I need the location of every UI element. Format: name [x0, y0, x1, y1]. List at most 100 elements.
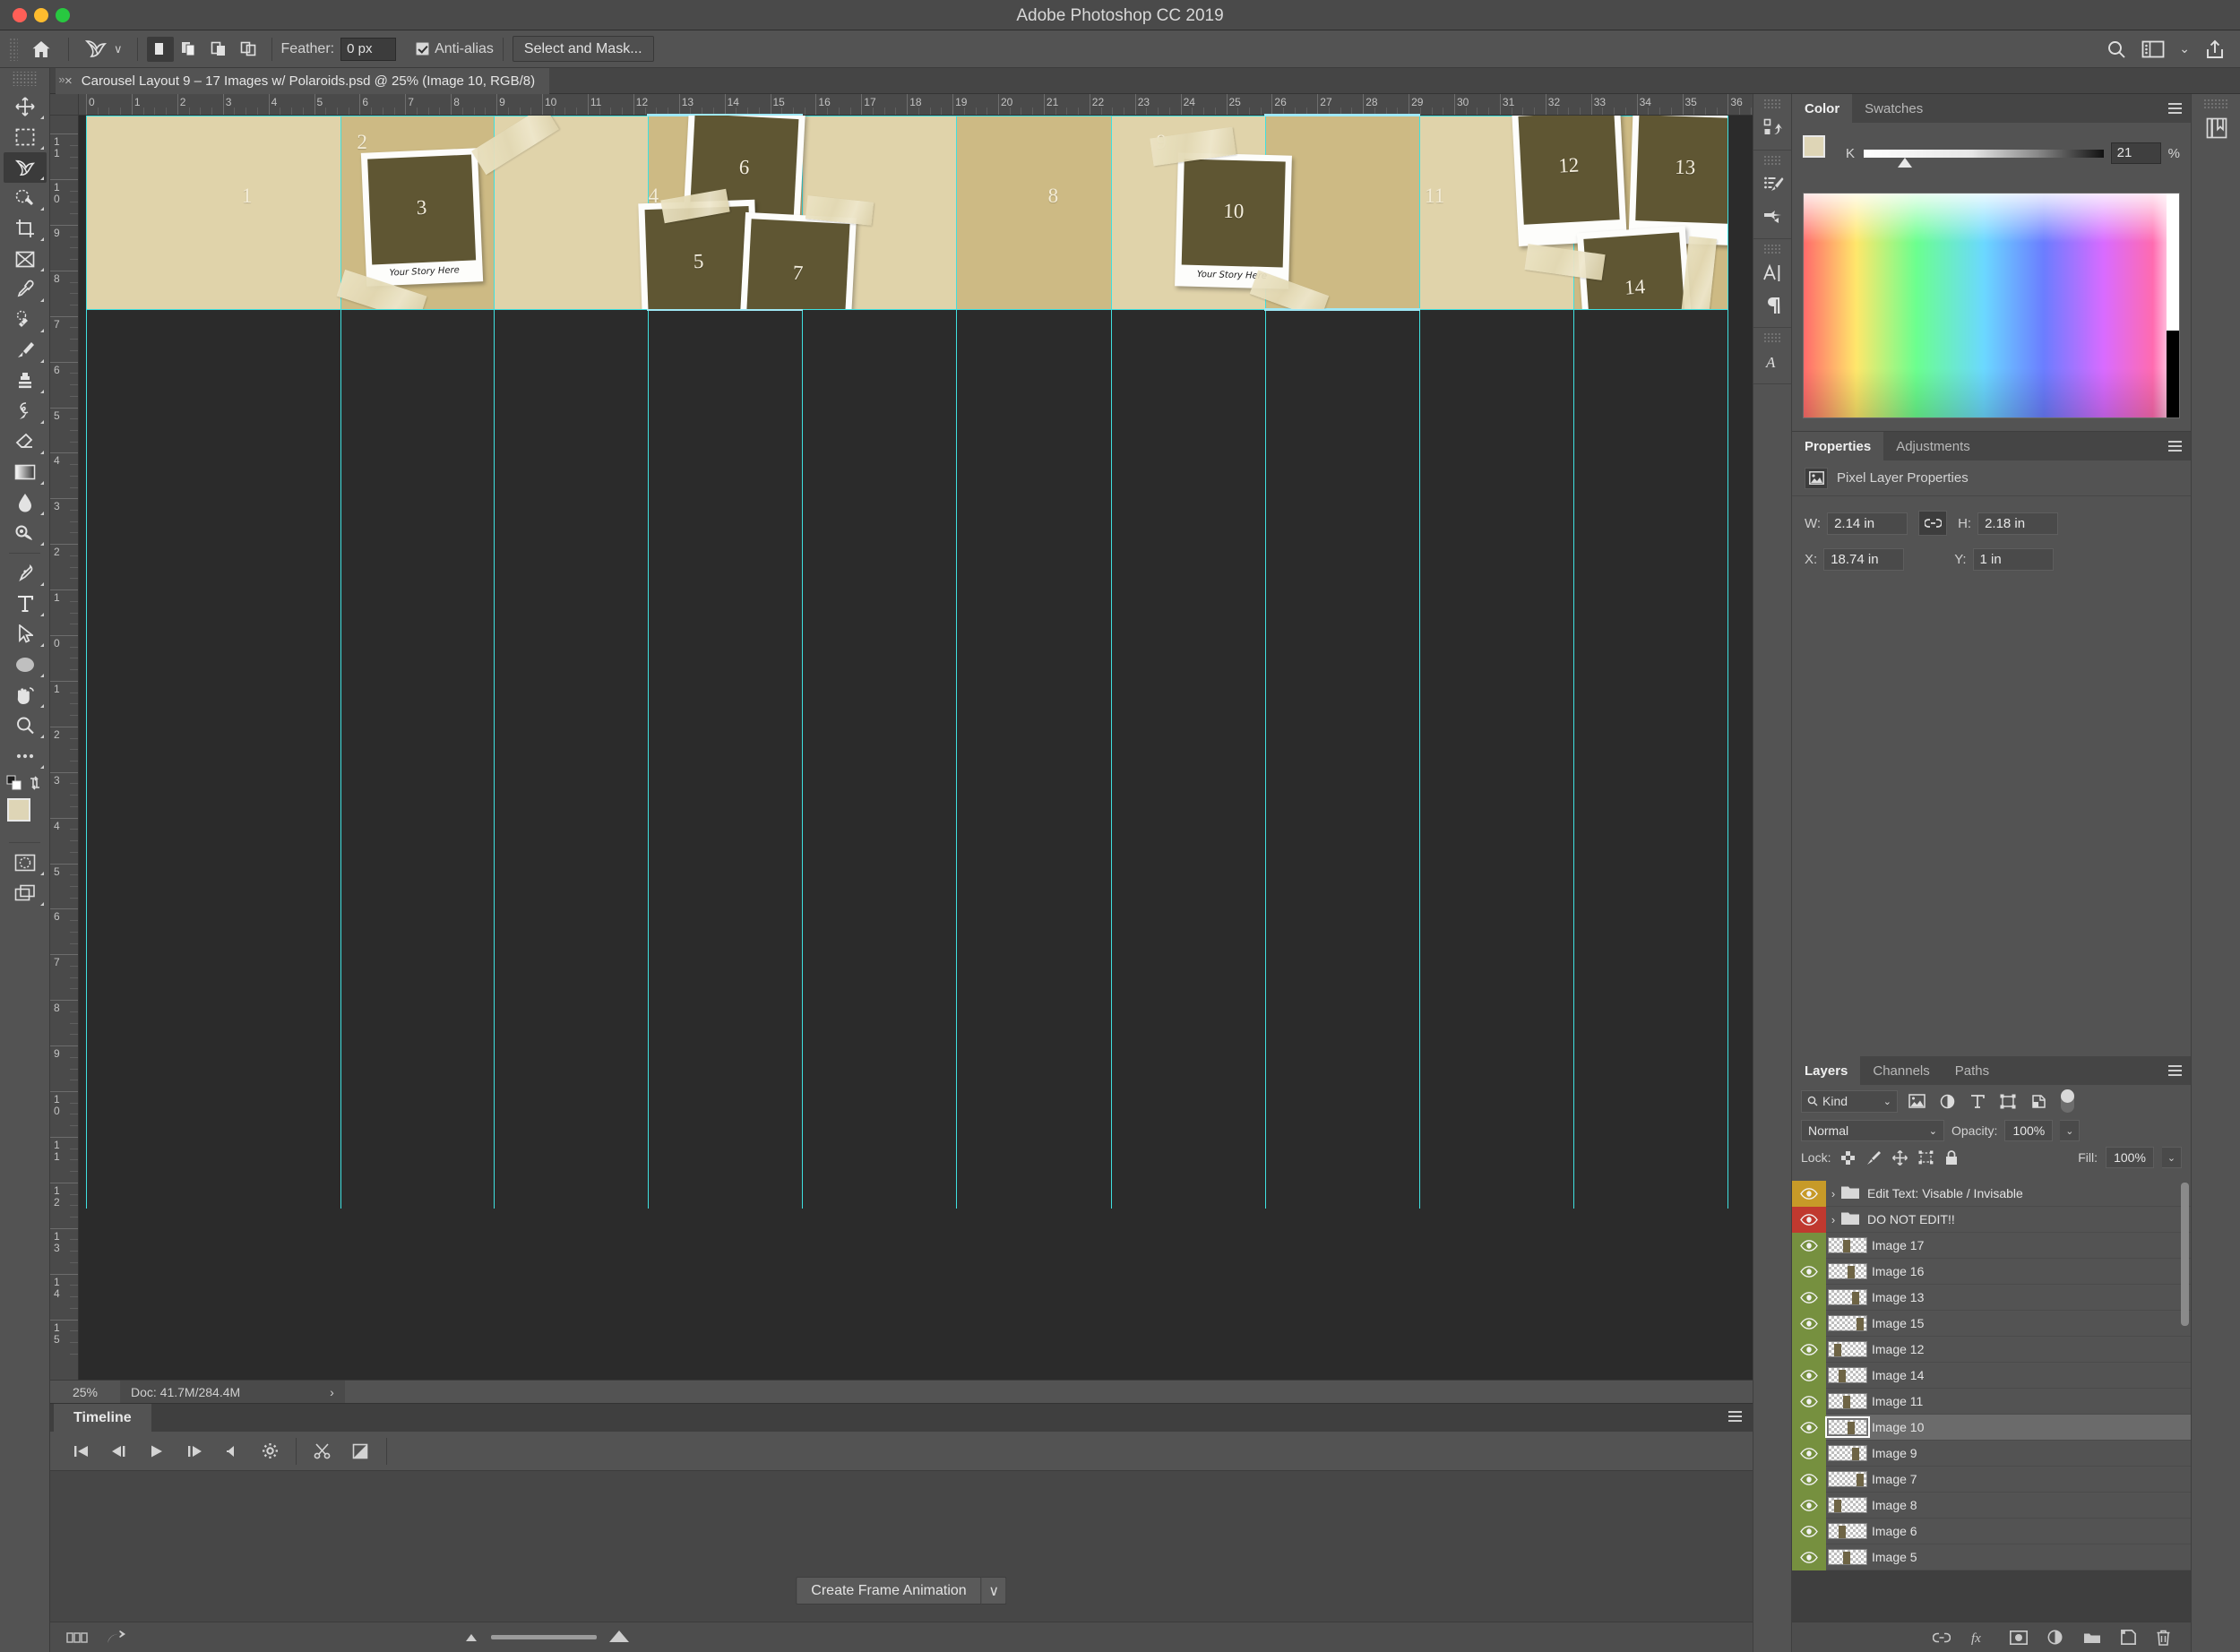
opacity-value[interactable]: 100% [2004, 1120, 2053, 1141]
lock-all-icon[interactable] [1943, 1149, 1960, 1166]
color-spectrum-gradient[interactable] [1804, 194, 2179, 417]
layer-row[interactable]: Image 9 [1792, 1441, 2191, 1467]
layer-list-scrollbar[interactable] [2181, 1183, 2189, 1326]
layer-row[interactable]: Image 5 [1792, 1544, 2191, 1570]
hand-tool[interactable] [4, 680, 47, 710]
canvas-viewport[interactable]: 124891115163Your Story Here65710Your Sto… [79, 116, 1753, 1380]
filter-enable-toggle[interactable] [2061, 1089, 2074, 1113]
eyedropper-tool[interactable] [4, 274, 47, 305]
layer-visibility-toggle[interactable] [1792, 1467, 1826, 1493]
layer-visibility-toggle[interactable] [1792, 1285, 1826, 1311]
layer-row[interactable]: Image 10 [1792, 1415, 2191, 1441]
layer-thumbnail[interactable] [1828, 1471, 1867, 1487]
layer-row[interactable]: Image 11 [1792, 1389, 2191, 1415]
go-to-first-frame-icon[interactable] [63, 1438, 100, 1465]
layer-visibility-toggle[interactable] [1792, 1233, 1826, 1259]
smart-object-filter-icon[interactable] [2027, 1090, 2050, 1112]
layer-row[interactable]: Image 16 [1792, 1259, 2191, 1285]
timeline-zoom-slider[interactable] [462, 1630, 631, 1644]
layer-visibility-toggle[interactable] [1792, 1259, 1826, 1285]
link-icon[interactable] [1918, 511, 1947, 536]
layer-thumbnail[interactable] [1828, 1367, 1867, 1383]
layer-thumbnail[interactable] [1828, 1289, 1867, 1305]
filter-kind-select[interactable]: Kind ⌄ [1801, 1090, 1898, 1113]
far-right-grip[interactable] [2202, 98, 2229, 110]
create-frame-animation-button[interactable]: Create Frame Animation [796, 1577, 981, 1605]
frame-view-icon[interactable] [66, 1632, 88, 1643]
selection-mode-group[interactable] [147, 37, 263, 62]
history-brush-tool[interactable] [4, 396, 47, 426]
layer-visibility-toggle[interactable] [1792, 1415, 1826, 1441]
zoom-out-icon[interactable] [462, 1631, 480, 1642]
document-tab[interactable]: × Carousel Layout 9 – 17 Images w/ Polar… [56, 68, 549, 94]
play-icon[interactable] [138, 1438, 176, 1465]
previous-frame-icon[interactable] [100, 1438, 138, 1465]
add-layer-mask-icon[interactable] [2010, 1630, 2028, 1645]
layer-thumbnail[interactable] [1828, 1263, 1867, 1279]
collapse-panels-icon[interactable]: » [52, 70, 72, 88]
canvas-guide-vertical[interactable] [1111, 116, 1112, 1209]
canvas-guide-horizontal[interactable] [86, 309, 1727, 310]
canvas-guide-vertical[interactable] [1419, 116, 1420, 1209]
tab-layers[interactable]: Layers [1792, 1056, 1860, 1085]
anti-alias-checkbox[interactable]: Anti-alias [416, 41, 494, 57]
lock-position-icon[interactable] [1891, 1149, 1908, 1166]
tool-preset-chevron-icon[interactable]: ∨ [114, 42, 123, 56]
polaroid-photo[interactable]: 7 [746, 219, 850, 309]
lock-transparent-pixels-icon[interactable] [1839, 1149, 1857, 1166]
brushes-icon[interactable] [1753, 201, 1793, 233]
ruler-corner[interactable] [50, 94, 79, 116]
transition-icon[interactable] [341, 1438, 379, 1465]
libraries-panel-icon[interactable] [2192, 112, 2240, 144]
settings-gear-icon[interactable] [251, 1438, 289, 1465]
zoom-tool[interactable] [4, 710, 47, 741]
audio-mute-icon[interactable] [213, 1438, 251, 1465]
layer-name[interactable]: Image 8 [1872, 1498, 1917, 1512]
color-panel-swatches[interactable] [1803, 135, 1840, 171]
quick-selection-tool[interactable] [4, 183, 47, 213]
layer-row[interactable]: Image 15 [1792, 1311, 2191, 1337]
brush-tool[interactable] [4, 335, 47, 366]
layer-thumbnail[interactable] [1828, 1497, 1867, 1513]
new-group-icon[interactable] [2083, 1630, 2101, 1645]
layer-thumbnail[interactable] [1828, 1237, 1867, 1253]
chevron-right-icon[interactable]: › [1826, 1213, 1840, 1226]
rectangular-marquee-tool[interactable] [4, 122, 47, 152]
foreground-color-swatch[interactable] [7, 798, 30, 822]
properties-panel-menu-icon[interactable] [2168, 441, 2182, 454]
timeline-panel-menu-icon[interactable] [1728, 1411, 1742, 1424]
spot-healing-brush-tool[interactable] [4, 305, 47, 335]
add-to-selection-button[interactable] [177, 37, 203, 62]
timeline-body[interactable]: Create Frame Animation ∨ [50, 1471, 1753, 1622]
polaroid-photo[interactable]: 5 [645, 206, 753, 309]
default-colors-and-swap[interactable] [4, 771, 47, 795]
move-tool[interactable] [4, 91, 47, 122]
convert-to-video-timeline-icon[interactable] [106, 1630, 125, 1646]
layer-row[interactable]: Image 7 [1792, 1467, 2191, 1493]
lasso-tool[interactable] [4, 152, 47, 183]
layers-panel-menu-icon[interactable] [2168, 1065, 2182, 1079]
layer-list[interactable]: ›Edit Text: Visable / Invisable › DO NOT E… [1792, 1181, 2191, 1622]
layer-group-row[interactable]: ›Edit Text: Visable / Invisable [1792, 1181, 2191, 1207]
layer-thumbnail[interactable] [1828, 1523, 1867, 1539]
layer-name[interactable]: Image 14 [1872, 1368, 1924, 1382]
dodge-tool[interactable] [4, 518, 47, 548]
link-layers-icon[interactable] [1933, 1632, 1951, 1643]
tab-color[interactable]: Color [1792, 94, 1852, 123]
layer-name[interactable]: DO NOT EDIT!! [1867, 1212, 1955, 1226]
workspace-chevron-icon[interactable]: ⌄ [2179, 41, 2190, 56]
character-icon[interactable] [1753, 257, 1793, 289]
layer-row[interactable]: Image 8 [1792, 1493, 2191, 1519]
filter-kind-chevron-icon[interactable]: ⌄ [1883, 1096, 1891, 1107]
dock-group-grip-1[interactable] [1764, 98, 1780, 110]
tab-properties[interactable]: Properties [1792, 432, 1883, 460]
layer-name[interactable]: Image 9 [1872, 1446, 1917, 1460]
layer-visibility-toggle[interactable] [1792, 1389, 1826, 1415]
layer-name[interactable]: Image 12 [1872, 1342, 1924, 1356]
search-icon[interactable] [2106, 39, 2127, 60]
layer-name[interactable]: Image 17 [1872, 1238, 1924, 1252]
frame-tool[interactable] [4, 244, 47, 274]
ellipse-tool[interactable] [4, 650, 47, 680]
blend-mode-select[interactable]: Normal ⌄ [1801, 1120, 1944, 1141]
layer-visibility-toggle[interactable] [1792, 1207, 1826, 1233]
